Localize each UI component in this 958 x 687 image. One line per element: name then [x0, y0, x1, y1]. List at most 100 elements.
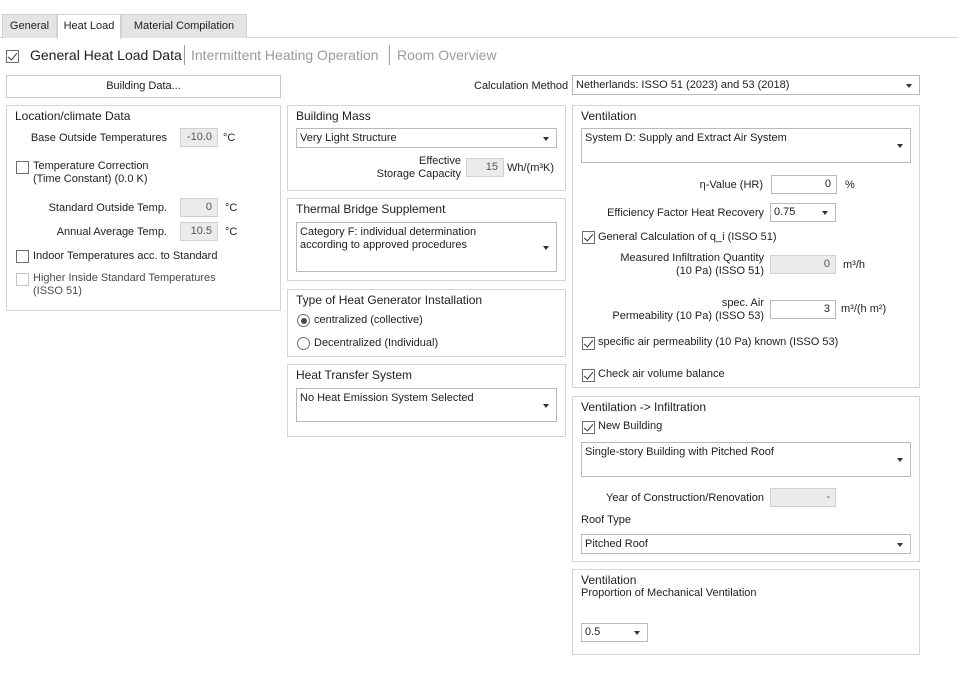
temp-correction-label-2: (Time Constant) (0.0 K): [33, 173, 148, 185]
permeability-unit: m³/(h m²): [841, 303, 887, 315]
ventilation-title: Ventilation: [581, 109, 637, 123]
chevron-down-icon: [897, 458, 903, 462]
general-heat-load-checkbox[interactable]: [6, 50, 19, 63]
tab-general[interactable]: General: [2, 14, 57, 38]
general-calc-checkbox[interactable]: [582, 231, 595, 244]
building-mass-title: Building Mass: [296, 109, 371, 123]
efficiency-factor-label: Efficiency Factor Heat Recovery: [607, 207, 764, 219]
building-mass-value: Very Light Structure: [300, 132, 397, 144]
permeability-field[interactable]: 3: [770, 300, 836, 319]
ventilation-proportion-group: Ventilation Proportion of Mechanical Ven…: [572, 569, 920, 655]
mechanical-proportion-select[interactable]: 0.5: [581, 623, 648, 642]
specific-known-checkbox[interactable]: [582, 337, 595, 350]
higher-inside-checkbox[interactable]: [16, 273, 29, 286]
building-mass-select[interactable]: Very Light Structure: [296, 128, 557, 148]
subtab-general-heat-load[interactable]: General Heat Load Data: [30, 46, 182, 64]
standard-outside-unit: °C: [225, 202, 238, 214]
standard-outside-field[interactable]: 0: [180, 198, 218, 217]
heat-transfer-select[interactable]: No Heat Emission System Selected: [296, 388, 557, 422]
base-outside-unit: °C: [223, 132, 236, 144]
heat-generator-group: Type of Heat Generator Installation cent…: [287, 289, 566, 357]
subtab-room-overview[interactable]: Room Overview: [397, 46, 497, 64]
centralized-radio[interactable]: [297, 314, 310, 327]
thermal-bridge-title: Thermal Bridge Supplement: [296, 202, 446, 216]
building-data-button[interactable]: Building Data...: [6, 75, 281, 98]
thermal-bridge-value-2: according to approved procedures: [300, 239, 467, 251]
chevron-down-icon: [822, 211, 828, 215]
chevron-down-icon: [897, 144, 903, 148]
calc-method-label: Calculation Method: [474, 80, 569, 92]
subtab-divider: [389, 45, 390, 65]
calc-method-value: Netherlands: ISSO 51 (2023) and 53 (2018…: [576, 79, 790, 91]
thermal-bridge-group: Thermal Bridge Supplement Category F: in…: [287, 198, 566, 281]
annual-average-label: Annual Average Temp.: [56, 226, 167, 238]
tab-heat-load[interactable]: Heat Load: [57, 14, 121, 39]
storage-capacity-field[interactable]: 15: [466, 158, 504, 177]
temp-correction-label-1: Temperature Correction: [33, 160, 149, 172]
building-type-select[interactable]: Single-story Building with Pitched Roof: [581, 442, 911, 477]
heat-transfer-title: Heat Transfer System: [296, 368, 413, 382]
infiltration-unit: m³/h: [843, 259, 865, 271]
heat-transfer-group: Heat Transfer System No Heat Emission Sy…: [287, 364, 566, 437]
centralized-label: centralized (collective): [314, 314, 423, 326]
ventilation-system-value: System D: Supply and Extract Air System: [585, 132, 787, 144]
infiltration-label-1: Measured Infiltration Quantity: [620, 252, 764, 264]
new-building-label: New Building: [598, 420, 663, 432]
check-balance-label: Check air volume balance: [598, 368, 725, 380]
base-outside-label: Base Outside Temperatures: [30, 132, 167, 144]
tab-bar: General Heat Load Material Compilation: [0, 0, 958, 39]
calc-method-select[interactable]: Netherlands: ISSO 51 (2023) and 53 (2018…: [572, 75, 920, 95]
infiltration-field[interactable]: 0: [770, 255, 836, 274]
storage-capacity-label-2: Storage Capacity: [376, 168, 461, 180]
storage-capacity-label-1: Effective: [419, 155, 461, 167]
mechanical-proportion-label: Proportion of Mechanical Ventilation: [581, 587, 757, 599]
building-type-value: Single-story Building with Pitched Roof: [585, 446, 774, 458]
location-climate-title: Location/climate Data: [15, 109, 131, 123]
building-mass-group: Building Mass Very Light Structure Effec…: [287, 105, 566, 191]
mechanical-proportion-value: 0.5: [585, 626, 601, 638]
decentralized-label: Decentralized (Individual): [314, 337, 439, 349]
infiltration-label-2: (10 Pa) (ISSO 51): [675, 265, 764, 277]
base-outside-temp-field[interactable]: -10.0: [180, 128, 218, 147]
heat-transfer-value: No Heat Emission System Selected: [300, 392, 474, 404]
eta-value-label: η-Value (HR): [699, 179, 763, 191]
vent-infiltration-title: Ventilation -> Infiltration: [581, 400, 707, 414]
temp-correction-checkbox[interactable]: [16, 161, 29, 174]
new-building-checkbox[interactable]: [582, 421, 595, 434]
location-climate-group: Location/climate Data Base Outside Tempe…: [6, 105, 281, 311]
year-construction-label: Year of Construction/Renovation: [606, 492, 764, 504]
storage-capacity-unit: Wh/(m³K): [507, 162, 555, 174]
permeability-label-2: Permeability (10 Pa) (ISSO 53): [612, 310, 764, 322]
chevron-down-icon: [543, 246, 549, 250]
general-calc-label: General Calculation of q_i (ISSO 51): [598, 231, 777, 243]
ventilation-system-select[interactable]: System D: Supply and Extract Air System: [581, 128, 911, 163]
indoor-temps-label: Indoor Temperatures acc. to Standard: [33, 250, 218, 262]
chevron-down-icon: [897, 543, 903, 547]
higher-inside-label-2: (ISSO 51): [33, 285, 82, 297]
roof-type-label: Roof Type: [581, 514, 631, 526]
roof-type-value: Pitched Roof: [585, 538, 648, 550]
annual-average-field[interactable]: 10.5: [180, 222, 218, 241]
thermal-bridge-select[interactable]: Category F: individual determination acc…: [296, 222, 557, 272]
chevron-down-icon: [634, 631, 640, 635]
higher-inside-label-1: Higher Inside Standard Temperatures: [33, 272, 216, 284]
efficiency-factor-select[interactable]: 0.75: [770, 203, 836, 222]
roof-type-select[interactable]: Pitched Roof: [581, 534, 911, 554]
ventilation-group: Ventilation System D: Supply and Extract…: [572, 105, 920, 388]
subtab-divider: [184, 45, 185, 65]
efficiency-factor-value: 0.75: [774, 206, 796, 218]
check-balance-checkbox[interactable]: [582, 369, 595, 382]
eta-value-field[interactable]: 0: [771, 175, 837, 194]
eta-value-unit: %: [845, 179, 855, 191]
subtab-intermittent-heating[interactable]: Intermittent Heating Operation: [191, 46, 379, 64]
indoor-temps-checkbox[interactable]: [16, 250, 29, 263]
annual-average-unit: °C: [225, 226, 238, 238]
specific-known-label: specific air permeability (10 Pa) known …: [598, 336, 839, 348]
year-construction-field[interactable]: -: [770, 488, 836, 507]
tab-material-compilation[interactable]: Material Compilation: [121, 14, 247, 38]
chevron-down-icon: [906, 84, 912, 88]
chevron-down-icon: [543, 137, 549, 141]
decentralized-radio[interactable]: [297, 337, 310, 350]
permeability-label-1: spec. Air: [721, 297, 764, 309]
ventilation-proportion-title: Ventilation: [581, 573, 637, 587]
